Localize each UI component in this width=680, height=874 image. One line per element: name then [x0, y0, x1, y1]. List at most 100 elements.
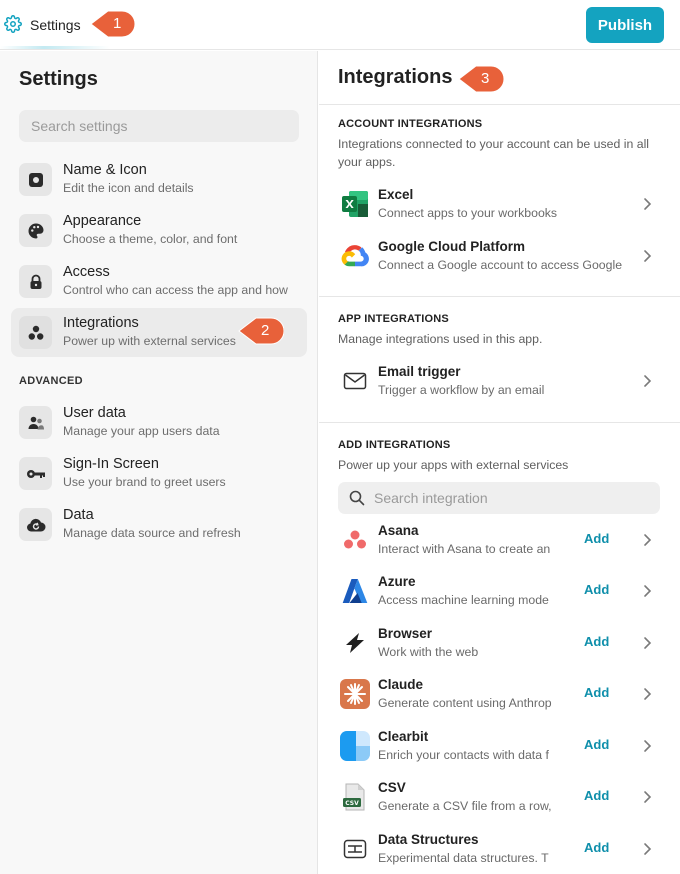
- sidebar-item-desc: Edit the icon and details: [63, 181, 194, 195]
- gear-icon[interactable]: [4, 15, 22, 33]
- add-button[interactable]: Add: [584, 788, 609, 803]
- chevron-right-icon[interactable]: [641, 583, 653, 599]
- integration-desc: Connect a Google account to access Googl…: [378, 258, 623, 272]
- sidebar-item-data[interactable]: Data Manage data source and refresh: [11, 500, 307, 549]
- add-integrations-heading: ADD INTEGRATIONS: [338, 439, 451, 451]
- integration-row-google-cloud[interactable]: Google Cloud Platform Connect a Google a…: [319, 231, 680, 281]
- chevron-right-icon[interactable]: [641, 686, 653, 702]
- integration-label: Google Cloud Platform: [378, 239, 525, 254]
- add-button[interactable]: Add: [584, 685, 609, 700]
- csv-icon: CSV: [340, 782, 370, 812]
- settings-tab-title[interactable]: Settings: [30, 17, 81, 33]
- add-integrations-desc: Power up your apps with external service…: [338, 458, 569, 472]
- integration-row-asana[interactable]: Asana Interact with Asana to create an A…: [319, 515, 680, 565]
- page-title: Integrations: [338, 66, 453, 88]
- sidebar-item-appearance[interactable]: Appearance Choose a theme, color, and fo…: [11, 206, 307, 255]
- add-button[interactable]: Add: [584, 737, 609, 752]
- add-button[interactable]: Add: [584, 634, 609, 649]
- azure-icon: [340, 576, 370, 606]
- users-icon: [19, 406, 52, 439]
- integration-label: Asana: [378, 523, 419, 538]
- app-integrations-heading: APP INTEGRATIONS: [338, 313, 449, 325]
- sidebar-item-desc: Manage data source and refresh: [63, 526, 241, 540]
- sidebar-item-label: Access: [63, 264, 110, 280]
- integration-row-csv[interactable]: CSV CSV Generate a CSV file from a row, …: [319, 772, 680, 822]
- integration-desc: Interact with Asana to create an: [378, 542, 551, 556]
- asana-icon: [340, 525, 370, 555]
- advanced-section-heading: ADVANCED: [19, 375, 83, 387]
- sidebar-item-label: Appearance: [63, 213, 142, 229]
- integration-row-claude[interactable]: Claude Generate content using Anthrop Ad…: [319, 669, 680, 719]
- integration-label: Excel: [378, 187, 414, 202]
- claude-icon: [340, 679, 370, 709]
- integration-row-azure[interactable]: Azure Access machine learning mode Add: [319, 566, 680, 616]
- divider: [319, 296, 680, 297]
- integration-row-data-structures[interactable]: Data Structures Experimental data struct…: [319, 824, 680, 874]
- integrations-icon: [19, 316, 52, 349]
- publish-button[interactable]: Publish: [586, 7, 664, 43]
- callout-number: 1: [113, 15, 122, 32]
- search-integration-field[interactable]: [338, 482, 660, 514]
- clearbit-icon: [340, 731, 370, 761]
- integration-label: CSV: [378, 780, 406, 795]
- sidebar-item-desc: Use your brand to greet users: [63, 475, 226, 489]
- integration-label: Azure: [378, 574, 416, 589]
- svg-text:CSV: CSV: [345, 800, 359, 807]
- search-integration-input[interactable]: [374, 482, 654, 514]
- chevron-right-icon: [644, 250, 652, 262]
- key-icon: [19, 457, 52, 490]
- chevron-right-icon[interactable]: [641, 532, 653, 548]
- integration-desc: Generate content using Anthrop: [378, 696, 552, 710]
- sidebar-item-desc: Choose a theme, color, and font: [63, 232, 238, 246]
- sidebar-title: Settings: [19, 68, 98, 90]
- sidebar-item-sign-in-screen[interactable]: Sign-In Screen Use your brand to greet u…: [11, 449, 307, 498]
- sidebar-item-label: Name & Icon: [63, 162, 147, 178]
- app-integrations-desc: Manage integrations used in this app.: [338, 332, 543, 346]
- account-integrations-desc: Integrations connected to your account c…: [338, 137, 650, 169]
- integration-row-clearbit[interactable]: Clearbit Enrich your contacts with data …: [319, 721, 680, 771]
- integration-desc: Experimental data structures. T: [378, 851, 549, 865]
- integrations-panel: Integrations ACCOUNT INTEGRATIONS Integr…: [319, 51, 680, 874]
- excel-icon: [340, 189, 370, 219]
- account-integrations-heading: ACCOUNT INTEGRATIONS: [338, 118, 483, 130]
- search-settings-input[interactable]: [19, 110, 299, 142]
- integration-label: Clearbit: [378, 729, 429, 744]
- integration-desc: Work with the web: [378, 645, 479, 659]
- integration-label: Claude: [378, 677, 424, 692]
- callout-number: 3: [481, 70, 490, 87]
- cloud-refresh-icon: [19, 508, 52, 541]
- chevron-right-icon[interactable]: [641, 635, 653, 651]
- divider: [319, 422, 680, 423]
- active-tab-indicator: [0, 46, 110, 49]
- palette-icon: [19, 214, 52, 247]
- chevron-right-icon[interactable]: [641, 841, 653, 857]
- integration-desc: Trigger a workflow by an email: [378, 383, 545, 397]
- divider: [319, 104, 680, 105]
- integration-row-excel[interactable]: Excel Connect apps to your workbooks: [319, 179, 680, 229]
- sidebar-item-access[interactable]: Access Control who can access the app an…: [11, 257, 307, 306]
- sidebar-item-desc: Manage your app users data: [63, 424, 220, 438]
- google-cloud-icon: [340, 241, 370, 271]
- integration-desc: Access machine learning mode: [378, 593, 549, 607]
- lock-icon: [19, 265, 52, 298]
- add-button[interactable]: Add: [584, 531, 609, 546]
- settings-sidebar: Settings Name & Icon Edit the icon and d…: [0, 51, 318, 874]
- search-icon: [349, 490, 365, 506]
- sidebar-item-name-icon[interactable]: Name & Icon Edit the icon and details: [11, 155, 307, 204]
- browser-icon: [340, 628, 370, 658]
- sidebar-item-user-data[interactable]: User data Manage your app users data: [11, 398, 307, 447]
- sidebar-item-desc: Control who can access the app and how: [63, 283, 288, 297]
- integration-label: Browser: [378, 626, 433, 641]
- sidebar-item-label: Sign-In Screen: [63, 456, 159, 472]
- sidebar-item-label: Integrations: [63, 315, 139, 331]
- add-button[interactable]: Add: [584, 840, 609, 855]
- integration-desc: Enrich your contacts with data f: [378, 748, 549, 762]
- add-button[interactable]: Add: [584, 582, 609, 597]
- chevron-right-icon[interactable]: [641, 738, 653, 754]
- sidebar-item-label: User data: [63, 405, 126, 421]
- sidebar-item-label: Data: [63, 507, 94, 523]
- chevron-right-icon: [644, 198, 652, 210]
- integration-row-email-trigger[interactable]: Email trigger Trigger a workflow by an e…: [319, 356, 680, 406]
- integration-row-browser[interactable]: Browser Work with the web Add: [319, 618, 680, 668]
- chevron-right-icon[interactable]: [641, 789, 653, 805]
